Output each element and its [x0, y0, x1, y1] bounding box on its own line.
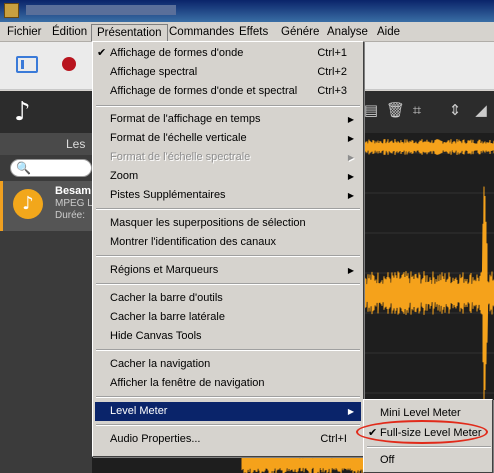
file-panel-subheader: Les — [0, 133, 92, 155]
menu-item-level-meter[interactable]: Level Meter ▶ — [95, 402, 361, 421]
menu-separator — [96, 349, 360, 351]
submenu-item-full-size-level-meter[interactable]: ✔ Full-size Level Meter — [366, 424, 490, 443]
submenu-arrow-icon: ▶ — [347, 153, 354, 162]
fade-icon[interactable]: ◢ — [472, 101, 490, 119]
menu-item-spectral[interactable]: Affichage spectral Ctrl+2 — [95, 63, 361, 82]
presentation-menu: ✔ Affichage de formes d'onde Ctrl+1 Affi… — [92, 41, 364, 457]
menu-item-hide-navigation[interactable]: Cacher la navigation — [95, 355, 361, 374]
menu-item-shortcut: Ctrl+2 — [317, 66, 347, 78]
menu-commandes[interactable]: Commandes — [164, 24, 239, 41]
record-icon[interactable] — [62, 57, 76, 71]
view-toggle-icon[interactable] — [16, 56, 38, 73]
submenu-arrow-icon: ▶ — [347, 172, 354, 181]
file-panel-header: ♪ — [0, 91, 92, 133]
title-bar — [0, 0, 494, 22]
submenu-arrow-icon: ▶ — [347, 407, 354, 416]
menu-item-waveform-spectral[interactable]: Affichage de formes d'onde et spectral C… — [95, 82, 361, 101]
normalize-icon[interactable]: ⇕ — [446, 101, 464, 119]
menu-item-label: Off — [380, 454, 395, 466]
menu-fichier[interactable]: Fichier — [2, 24, 47, 41]
app-icon — [4, 3, 19, 18]
menu-item-shortcut: Ctrl+3 — [317, 85, 347, 97]
audio-file-icon: ♪ — [13, 189, 43, 219]
menu-item-hide-canvas-tools[interactable]: Hide Canvas Tools — [95, 327, 361, 346]
menu-item-label: Cacher la navigation — [110, 358, 211, 370]
menu-item-label: Affichage de formes d'onde et spectral — [110, 85, 298, 97]
menu-item-label: Zoom — [110, 170, 139, 182]
menu-item-label: Mini Level Meter — [380, 407, 461, 419]
file-name: Besam — [55, 185, 92, 197]
menu-separator — [367, 446, 491, 448]
menu-item-label: Cacher la barre latérale — [110, 311, 225, 323]
submenu-item-mini-level-meter[interactable]: Mini Level Meter — [366, 404, 490, 423]
file-panel-label: Les — [66, 137, 86, 151]
submenu-item-off[interactable]: Off — [366, 451, 490, 470]
menu-item-hide-selection-overlays[interactable]: Masquer les superpositions de sélection — [95, 214, 361, 233]
menu-item-label: Montrer l'identification des canaux — [110, 236, 276, 248]
menu-item-label: Afficher la fenêtre de navigation — [110, 377, 265, 389]
menu-item-label: Audio Properties... — [110, 433, 201, 445]
menu-bar: Fichier Édition Présentation Commandes E… — [0, 22, 494, 42]
window-title — [26, 5, 176, 15]
menu-separator — [96, 105, 360, 107]
submenu-arrow-icon: ▶ — [347, 134, 354, 143]
menu-item-label: Pistes Supplémentaires — [110, 189, 226, 201]
check-icon: ✔ — [97, 47, 107, 59]
menu-item-time-format[interactable]: Format de l'affichage en temps ▶ — [95, 110, 361, 129]
file-format: MPEG L — [55, 198, 93, 209]
submenu-arrow-icon: ▶ — [347, 266, 354, 275]
menu-item-audio-properties[interactable]: Audio Properties... Ctrl+I — [95, 430, 361, 449]
menu-item-shortcut: Ctrl+1 — [317, 47, 347, 59]
file-list-item[interactable]: ♪ Besam MPEG L Durée: — [0, 181, 93, 231]
menu-item-label: Format de l'échelle verticale — [110, 132, 247, 144]
paste-icon[interactable]: ▤ — [362, 101, 380, 119]
menu-item-label: Régions et Marqueurs — [110, 264, 219, 276]
menu-effets[interactable]: Effets — [234, 24, 273, 41]
menu-presentation[interactable]: Présentation — [91, 24, 168, 41]
menu-item-label: Hide Canvas Tools — [110, 330, 202, 342]
check-icon: ✔ — [368, 427, 378, 439]
menu-item-show-navigation-window[interactable]: Afficher la fenêtre de navigation — [95, 374, 361, 393]
music-note-icon[interactable]: ♪ — [14, 97, 31, 127]
file-duration: Durée: — [55, 210, 86, 221]
menu-item-label: Full-size Level Meter — [380, 427, 482, 439]
menu-item-show-channel-id[interactable]: Montrer l'identification des canaux — [95, 233, 361, 252]
menu-item-vertical-scale[interactable]: Format de l'échelle verticale ▶ — [95, 129, 361, 148]
menu-aide[interactable]: Aide — [372, 24, 405, 41]
menu-genere[interactable]: Génére — [276, 24, 324, 41]
menu-item-label: Format de l'échelle spectrale — [110, 151, 251, 163]
menu-item-hide-sidebar[interactable]: Cacher la barre latérale — [95, 308, 361, 327]
submenu-arrow-icon: ▶ — [347, 115, 354, 124]
menu-separator — [96, 255, 360, 257]
menu-separator — [96, 283, 360, 285]
menu-item-hide-toolbar[interactable]: Cacher la barre d'outils — [95, 289, 361, 308]
menu-separator — [96, 208, 360, 210]
menu-item-label: Cacher la barre d'outils — [110, 292, 223, 304]
menu-edition[interactable]: Édition — [47, 24, 92, 41]
menu-item-label: Level Meter — [110, 405, 168, 417]
menu-separator — [96, 424, 360, 426]
menu-item-extra-tracks[interactable]: Pistes Supplémentaires ▶ — [95, 186, 361, 205]
menu-analyse[interactable]: Analyse — [322, 24, 373, 41]
crop-icon[interactable]: ⌗ — [408, 101, 426, 119]
menu-item-zoom[interactable]: Zoom ▶ — [95, 167, 361, 186]
menu-item-waveform[interactable]: ✔ Affichage de formes d'onde Ctrl+1 — [95, 44, 361, 63]
search-icon: 🔍 — [16, 161, 31, 175]
level-meter-submenu: Mini Level Meter ✔ Full-size Level Meter… — [363, 399, 493, 473]
menu-item-spectral-scale: Format de l'échelle spectrale ▶ — [95, 148, 361, 167]
menu-item-regions-markers[interactable]: Régions et Marqueurs ▶ — [95, 261, 361, 280]
trash-icon[interactable]: 🗑 — [386, 101, 405, 119]
menu-item-label: Affichage spectral — [110, 66, 198, 78]
menu-item-label: Format de l'affichage en temps — [110, 113, 261, 125]
search-input[interactable]: 🔍 — [10, 159, 92, 177]
menu-item-label: Masquer les superpositions de sélection — [110, 217, 306, 229]
menu-item-label: Affichage de formes d'onde — [110, 47, 244, 59]
menu-item-shortcut: Ctrl+I — [320, 433, 347, 445]
file-panel: ♪ Les 🔍 ♪ Besam MPEG L Durée: — [0, 91, 93, 473]
menu-separator — [96, 396, 360, 398]
submenu-arrow-icon: ▶ — [347, 191, 354, 200]
